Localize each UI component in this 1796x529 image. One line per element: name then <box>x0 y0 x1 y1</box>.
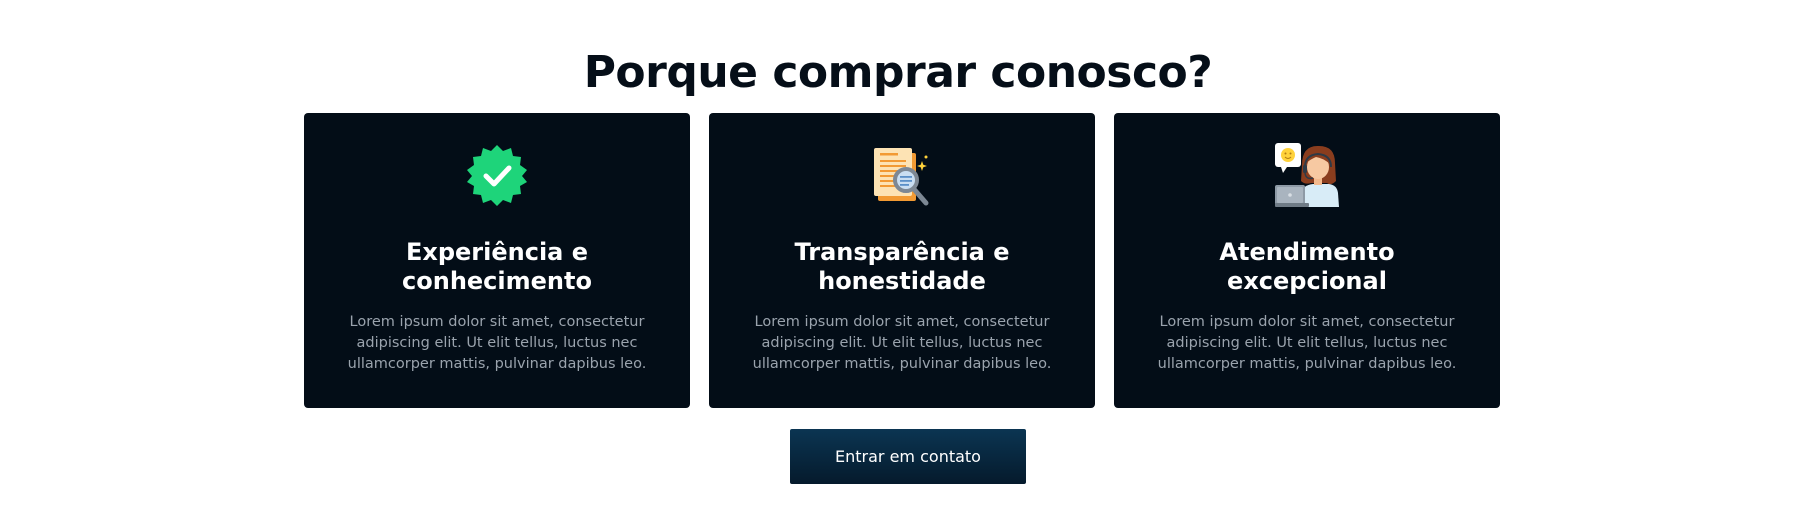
feature-card-experience: Experiência e conhecimento Lorem ipsum d… <box>304 113 690 408</box>
card-title-line-2: excepcional <box>1227 267 1387 295</box>
card-title-line-1: Experiência e <box>405 238 589 266</box>
card-title: Experiência e conhecimento <box>324 238 670 296</box>
card-description: Lorem ipsum dolor sit amet, consectetur … <box>1157 314 1457 372</box>
feature-card-support: Atendimento excepcional Lorem ipsum dolo… <box>1114 113 1500 408</box>
customer-support-icon <box>1275 143 1339 207</box>
card-description: Lorem ipsum dolor sit amet, consectetur … <box>752 314 1052 372</box>
feature-card-transparency: Transparência e honestidade Lorem ipsum … <box>709 113 1095 408</box>
card-title-line-2: conhecimento <box>402 267 592 295</box>
card-title-line-2: honestidade <box>818 267 986 295</box>
card-title: Transparência e honestidade <box>729 238 1075 296</box>
card-description: Lorem ipsum dolor sit amet, consectetur … <box>347 314 647 372</box>
card-title-line-1: Atendimento <box>1219 238 1395 266</box>
contact-button[interactable]: Entrar em contato <box>790 429 1026 484</box>
document-search-icon <box>874 148 929 206</box>
card-title-line-1: Transparência e <box>794 238 1010 266</box>
section-title: Porque comprar conosco? <box>583 47 1213 98</box>
card-title: Atendimento excepcional <box>1134 238 1480 296</box>
verified-badge-icon <box>467 145 527 206</box>
features-grid: Experiência e conhecimento Lorem ipsum d… <box>304 113 1500 408</box>
